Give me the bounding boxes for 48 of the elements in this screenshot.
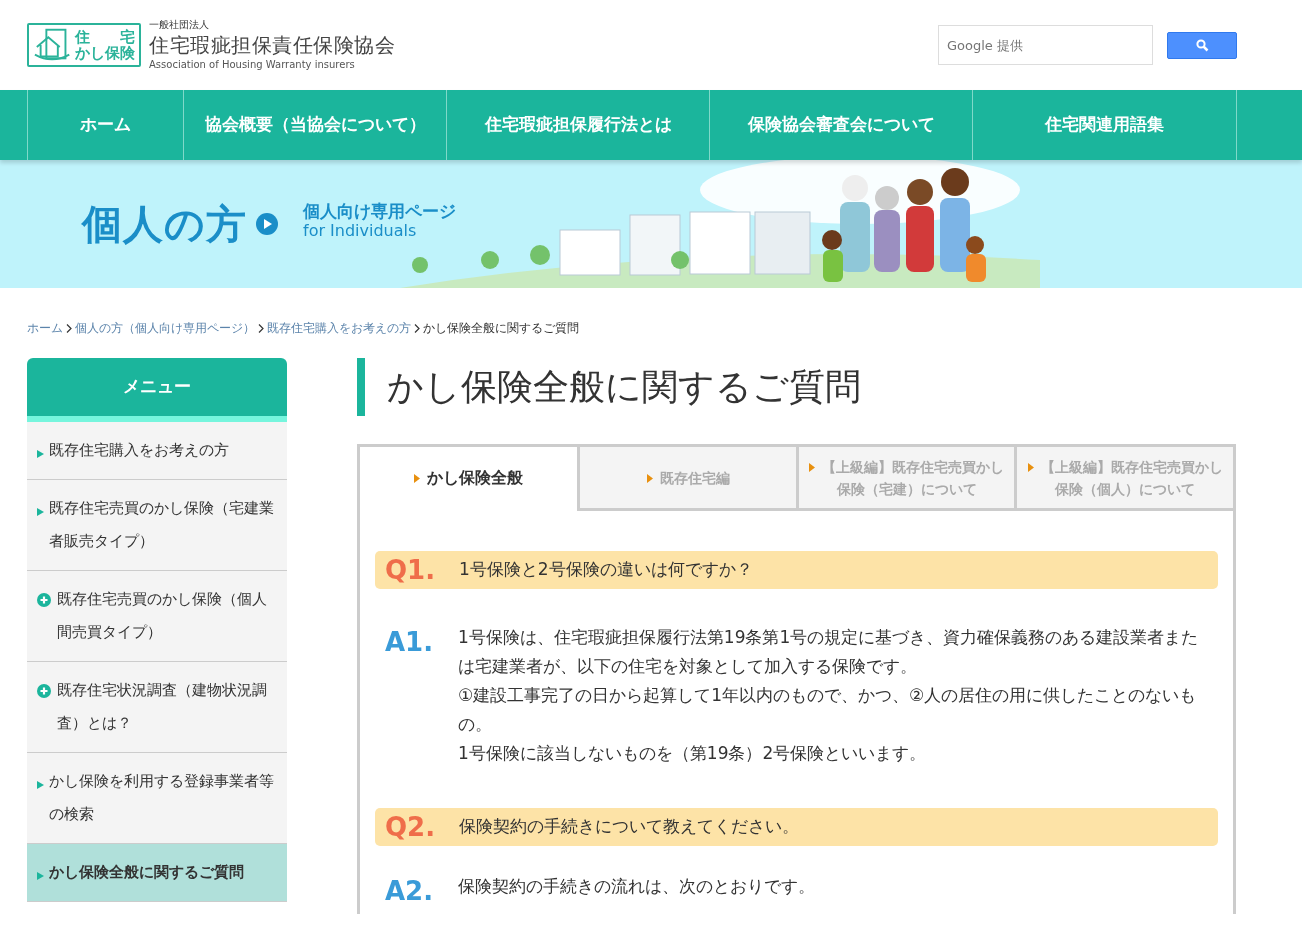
question-number: Q1. — [384, 553, 437, 587]
menu-item[interactable]: 既存住宅売買のかし保険（宅建業者販売タイプ） — [27, 480, 287, 571]
play-icon — [255, 212, 279, 236]
search-button[interactable] — [1167, 31, 1237, 59]
menu-item[interactable]: 既存住宅購入をお考えの方 — [27, 422, 287, 480]
chevron-icon — [66, 323, 72, 333]
arrow-icon — [37, 508, 44, 516]
answer-number: A1. — [384, 626, 435, 659]
answer-text: ①建設工事完了の日から起算して1年以内のもので、かつ、②人の居住の用に供したことのないもの。 — [458, 684, 1198, 736]
answer-text: 1号保険に該当しないものを（第19条）2号保険といいます。 — [458, 742, 928, 765]
organization-english-name: Association of Housing Warranty insurers — [149, 60, 356, 70]
arrow-icon — [809, 462, 816, 472]
page-title: かし保険全般に関するご質問 — [357, 358, 1236, 416]
banner-subtitle: 個人向け専用ページ — [303, 202, 456, 221]
plus-icon — [37, 593, 51, 607]
organization-name: 住宅瑕疵担保責任保険協会 — [149, 33, 395, 57]
organization-type: 一般社団法人 — [149, 20, 210, 30]
chevron-icon — [258, 323, 264, 333]
breadcrumb-link[interactable]: 既存住宅購入をお考えの方 — [267, 319, 411, 337]
answer-text: 1号保険は、住宅瑕疵担保履行法第19条第1号の規定に基づき、資力確保義務のある建設業者または宅建業者が、以下の住宅を対象として加入する保険です。 — [458, 626, 1200, 678]
plus-icon — [37, 684, 51, 698]
question-text: 1号保険と2号保険の違いは何ですか？ — [459, 558, 753, 582]
logo-text: 宅 — [120, 28, 135, 45]
menu-item[interactable]: かし保険を利用する登録事業者等の検索 — [27, 753, 287, 844]
search-field[interactable]: Google 提供 — [938, 25, 1153, 65]
banner-subtitle-english: for Individuals — [303, 220, 418, 240]
breadcrumb-current: かし保険全般に関するご質問 — [423, 320, 579, 337]
arrow-icon — [1027, 462, 1034, 472]
answer-number: A2. — [384, 875, 435, 908]
breadcrumb-link[interactable]: 個人の方（個人向け専用ページ） — [75, 319, 255, 337]
menu-title: メニュー — [123, 375, 191, 399]
answer-text: 保険契約の手続きの流れは、次のとおりです。 — [458, 875, 817, 898]
menu-item[interactable]: かし保険全般に関するご質問 — [27, 844, 287, 902]
arrow-icon — [37, 872, 44, 880]
arrow-icon — [414, 473, 421, 483]
breadcrumb-link[interactable]: ホーム — [27, 319, 63, 337]
chevron-icon — [414, 323, 420, 333]
search-icon — [1195, 38, 1209, 52]
menu-item[interactable]: 既存住宅状況調査（建物状況調査）とは？ — [27, 662, 287, 753]
menu-item[interactable]: 既存住宅売買のかし保険（個人間売買タイプ） — [27, 571, 287, 662]
arrow-icon — [646, 473, 653, 483]
question-text: 保険契約の手続きについて教えてください。 — [459, 815, 799, 839]
question-number: Q2. — [384, 810, 437, 844]
logo-text: 住 — [75, 28, 90, 45]
logo-text: かし保険 — [75, 45, 135, 62]
arrow-icon — [37, 450, 44, 458]
banner-title: 個人の方 — [82, 200, 247, 249]
arrow-icon — [37, 781, 44, 789]
